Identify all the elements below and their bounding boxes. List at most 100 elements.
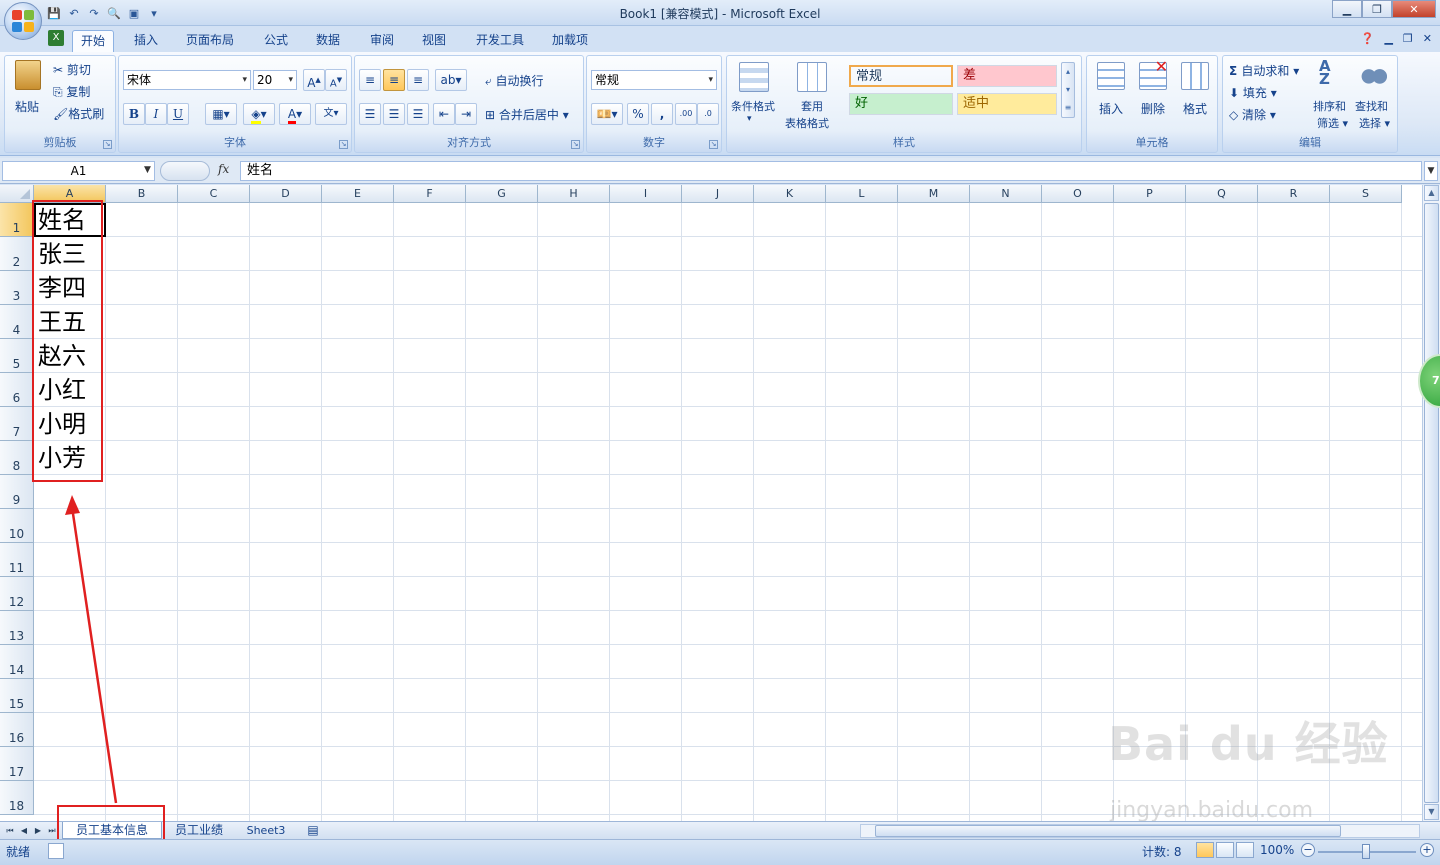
minimize-button[interactable]: ▁: [1332, 0, 1362, 18]
find-select-button[interactable]: 选择 ▾: [1359, 115, 1390, 131]
column-header-n[interactable]: N: [970, 185, 1042, 203]
style-neutral[interactable]: 适中: [957, 93, 1057, 115]
find-select-line1[interactable]: 查找和: [1355, 98, 1388, 114]
row-header-16[interactable]: 16: [0, 713, 34, 747]
format-cells-icon[interactable]: [1181, 62, 1209, 90]
wrap-text-button[interactable]: ⤶ 自动换行: [485, 72, 544, 89]
name-box-dropdown-icon[interactable]: ▼: [144, 165, 151, 175]
number-format-combo[interactable]: 常规: [591, 70, 717, 90]
font-color-button[interactable]: A▾: [279, 103, 311, 125]
row-header-4[interactable]: 4: [0, 305, 34, 339]
decrease-indent-button[interactable]: ⇤: [433, 103, 455, 125]
row-header-14[interactable]: 14: [0, 645, 34, 679]
row-header-8[interactable]: 8: [0, 441, 34, 475]
office-button[interactable]: [4, 2, 42, 40]
column-header-f[interactable]: F: [394, 185, 466, 203]
normal-view-icon[interactable]: [1196, 842, 1214, 858]
font-name-combo[interactable]: 宋体: [123, 70, 251, 90]
scroll-down-icon[interactable]: ▼: [1424, 804, 1439, 820]
bold-button[interactable]: B: [123, 103, 145, 125]
row-header-12[interactable]: 12: [0, 577, 34, 611]
alignment-launcher-icon[interactable]: ↘: [571, 140, 580, 149]
tab-insert[interactable]: 插入: [126, 30, 166, 52]
row-header-15[interactable]: 15: [0, 679, 34, 713]
conditional-format-arrow-icon[interactable]: ▾: [747, 114, 752, 124]
help-icon[interactable]: ❓: [1361, 32, 1375, 45]
underline-button[interactable]: U: [167, 103, 189, 125]
zoom-slider-thumb[interactable]: [1362, 844, 1370, 859]
delete-cells-button[interactable]: 删除: [1141, 100, 1165, 117]
tab-page-layout[interactable]: 页面布局: [178, 30, 242, 52]
row-header-9[interactable]: 9: [0, 475, 34, 509]
borders-button[interactable]: ▦▾: [205, 103, 237, 125]
column-header-r[interactable]: R: [1258, 185, 1330, 203]
orientation-button[interactable]: ab▾: [435, 69, 467, 91]
row-header-13[interactable]: 13: [0, 611, 34, 645]
sort-filter-icon[interactable]: AZ: [1319, 59, 1345, 88]
tab-formulas[interactable]: 公式: [256, 30, 296, 52]
insert-cells-icon[interactable]: [1097, 62, 1125, 90]
column-header-s[interactable]: S: [1330, 185, 1402, 203]
increase-decimal-button[interactable]: .00: [675, 103, 697, 125]
row-header-10[interactable]: 10: [0, 509, 34, 543]
sheet-tab-2[interactable]: 员工业绩: [164, 822, 234, 839]
phonetic-button[interactable]: 文▾: [315, 103, 347, 125]
shrink-font-button[interactable]: A▼: [325, 69, 347, 91]
row-header-5[interactable]: 5: [0, 339, 34, 373]
table-format-button[interactable]: 表格格式: [785, 115, 829, 131]
delete-cells-icon[interactable]: ✕: [1139, 57, 1168, 90]
zoom-in-icon[interactable]: +: [1420, 843, 1434, 857]
align-bottom-button[interactable]: ≡: [407, 69, 429, 91]
currency-button[interactable]: 💴▾: [591, 103, 623, 125]
decrease-decimal-button[interactable]: .0: [697, 103, 719, 125]
formula-expand-icon[interactable]: ▼: [1424, 161, 1438, 181]
scroll-up-icon[interactable]: ▲: [1424, 185, 1439, 201]
comma-button[interactable]: ,: [651, 103, 673, 125]
insert-sheet-icon[interactable]: ▤: [302, 822, 324, 839]
macro-record-icon[interactable]: [48, 843, 64, 859]
grow-font-button[interactable]: A▲: [303, 69, 325, 91]
column-header-p[interactable]: P: [1114, 185, 1186, 203]
tab-addins[interactable]: 加载项: [544, 30, 596, 52]
conditional-format-button[interactable]: 条件格式: [731, 98, 775, 114]
tab-review[interactable]: 审阅: [362, 30, 402, 52]
row-header-7[interactable]: 7: [0, 407, 34, 441]
fill-button[interactable]: ⬇ 填充 ▾: [1229, 84, 1277, 101]
column-header-j[interactable]: J: [682, 185, 754, 203]
insert-cells-button[interactable]: 插入: [1099, 100, 1123, 117]
tab-view[interactable]: 视图: [414, 30, 454, 52]
close-button[interactable]: ✕: [1392, 0, 1436, 18]
row-header-1[interactable]: 1: [0, 203, 34, 237]
copy-button[interactable]: ⎘ 复制: [53, 83, 90, 100]
font-size-combo[interactable]: 20: [253, 70, 297, 90]
autosum-button[interactable]: Σ 自动求和 ▾: [1229, 62, 1299, 79]
ribbon-close-icon[interactable]: ✕: [1423, 32, 1432, 45]
align-top-button[interactable]: ≡: [359, 69, 381, 91]
binoculars-icon[interactable]: [1361, 62, 1387, 86]
ribbon-minimize-icon[interactable]: ▁: [1384, 32, 1392, 45]
vertical-scrollbar[interactable]: ▲ ▼: [1422, 185, 1440, 821]
table-format-icon[interactable]: [797, 62, 827, 92]
format-painter-button[interactable]: 🖌格式刷: [53, 105, 104, 122]
column-header-e[interactable]: E: [322, 185, 394, 203]
column-header-l[interactable]: L: [826, 185, 898, 203]
conditional-format-icon[interactable]: [739, 62, 769, 92]
row-header-3[interactable]: 3: [0, 271, 34, 305]
align-center-button[interactable]: ☰: [383, 103, 405, 125]
zoom-level[interactable]: 100%: [1260, 843, 1294, 857]
prev-sheet-icon[interactable]: ◀: [18, 824, 30, 838]
clear-button[interactable]: ◇ 清除 ▾: [1229, 106, 1276, 123]
next-sheet-icon[interactable]: ▶: [32, 824, 44, 838]
column-header-g[interactable]: G: [466, 185, 538, 203]
column-header-c[interactable]: C: [178, 185, 250, 203]
sheet-tab-3[interactable]: Sheet3: [236, 822, 296, 839]
select-all-corner[interactable]: [0, 185, 34, 203]
cut-button[interactable]: ✂ 剪切: [53, 61, 91, 78]
italic-button[interactable]: I: [145, 103, 167, 125]
align-right-button[interactable]: ☰: [407, 103, 429, 125]
column-header-d[interactable]: D: [250, 185, 322, 203]
row-header-6[interactable]: 6: [0, 373, 34, 407]
restore-button[interactable]: ❐: [1362, 0, 1392, 18]
row-header-18[interactable]: 18: [0, 781, 34, 815]
number-launcher-icon[interactable]: ↘: [709, 140, 718, 149]
